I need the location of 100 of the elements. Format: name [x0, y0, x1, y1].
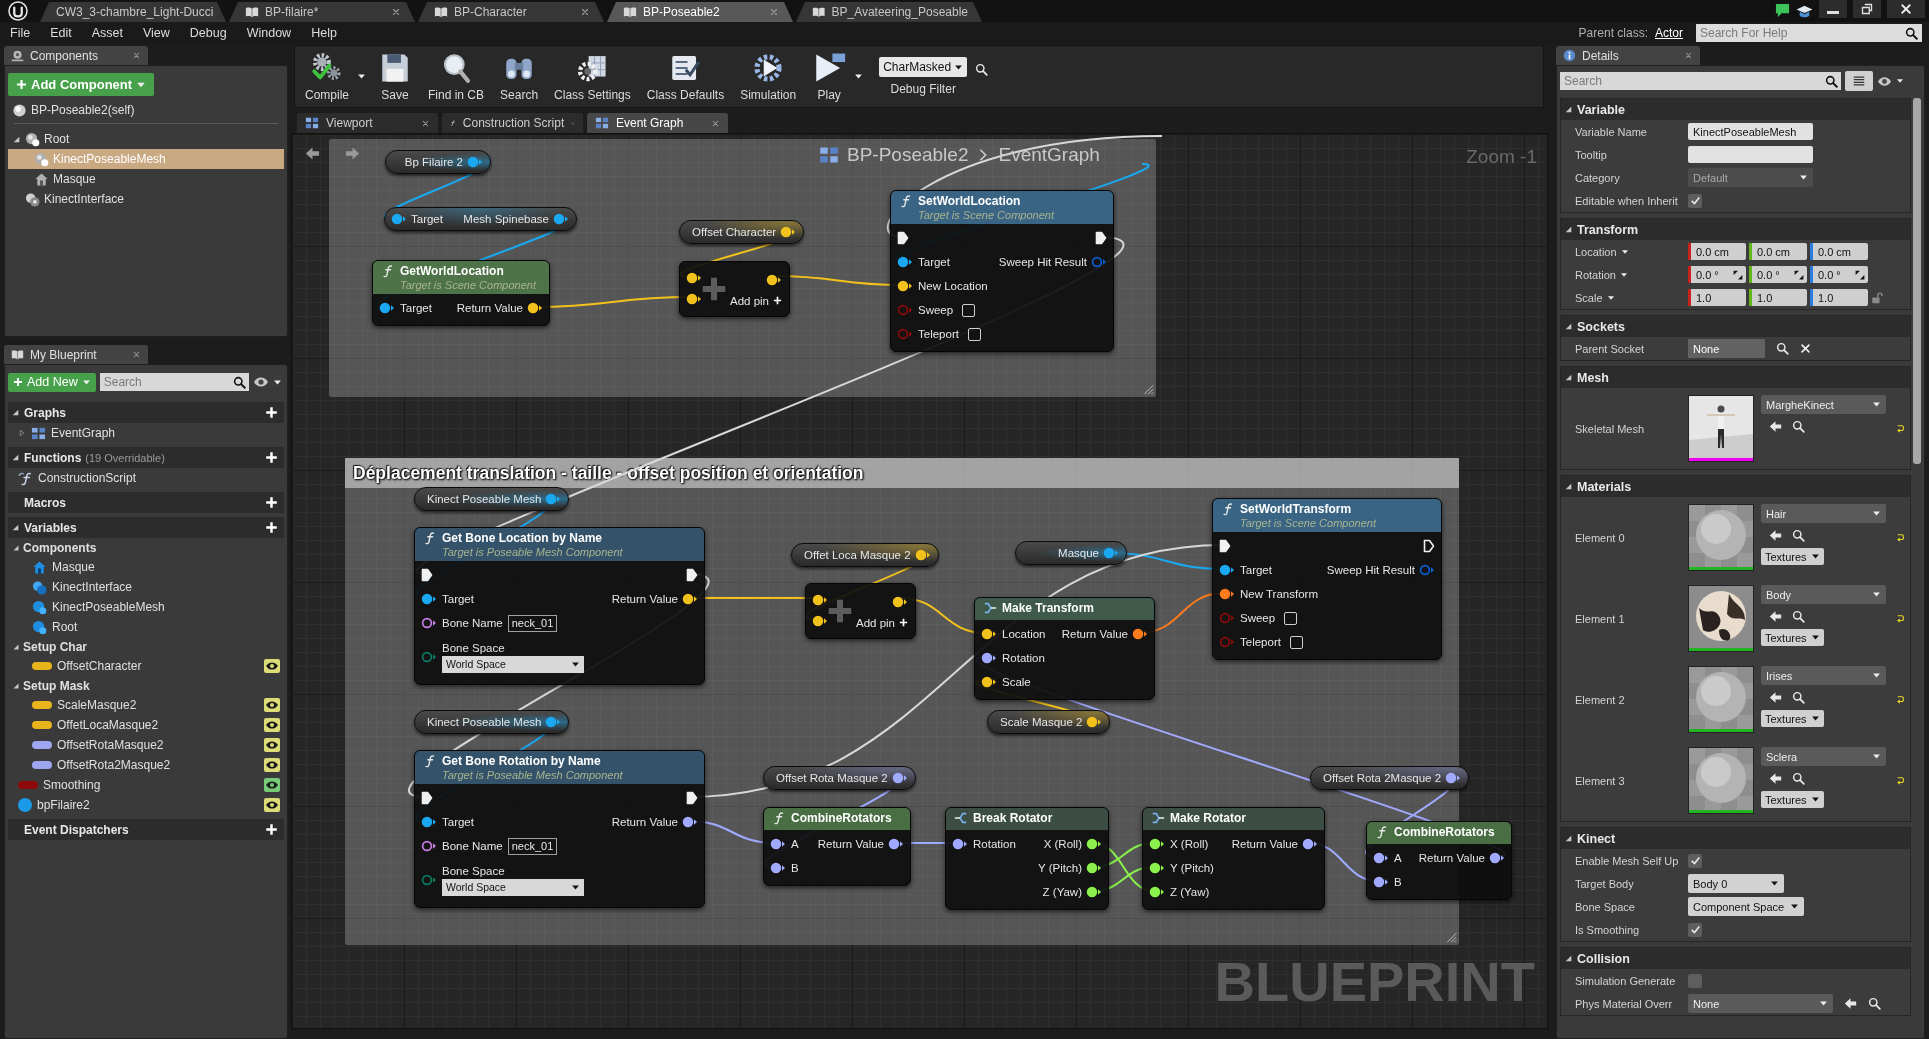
close-icon[interactable] — [1684, 51, 1693, 60]
section-header[interactable]: Mesh — [1561, 367, 1910, 388]
caret-icon[interactable] — [1620, 247, 1629, 256]
pin-icon[interactable] — [897, 280, 913, 292]
textured-sphere-drawing[interactable] — [1689, 586, 1753, 648]
close-icon[interactable] — [391, 7, 401, 17]
menu-item[interactable]: Debug — [180, 26, 238, 40]
dropdown[interactable]: World Space — [442, 655, 584, 673]
chat-bubble-icon[interactable] — [1775, 3, 1790, 18]
variable-node[interactable]: Masque — [1015, 541, 1127, 565]
graph-node[interactable]: CombineRotators A Return Value B — [763, 807, 911, 886]
variable-node[interactable]: Offset Character — [679, 220, 805, 244]
parent-class-link[interactable]: Actor — [1655, 26, 1683, 40]
graph-node[interactable]: Get Bone Rotation by Name Target is Poseable Mesh Component Target Return Value Bone Name neck_01 Bone Space World Space — [414, 750, 705, 908]
menu-item[interactable]: View — [133, 26, 181, 40]
document-tab[interactable]: BP-Character — [418, 2, 604, 22]
search-icon[interactable] — [1792, 420, 1805, 433]
add-node[interactable]: Add pin — [805, 583, 916, 639]
eye-icon[interactable] — [264, 698, 280, 712]
variable-node[interactable]: Kinect Poseable Mesh — [414, 710, 570, 734]
variable-node[interactable]: Offset Rota 2Masque 2 — [1310, 766, 1470, 790]
spin-arrows-icon[interactable] — [1733, 269, 1743, 280]
resize-handle-icon[interactable] — [1445, 931, 1457, 943]
search-icon[interactable] — [1825, 74, 1838, 88]
spin-arrows-icon[interactable] — [1855, 269, 1865, 280]
checkbox[interactable] — [967, 327, 981, 341]
expand-arrow-icon[interactable] — [1564, 954, 1573, 963]
reset-arrow-icon[interactable] — [1895, 423, 1906, 434]
pin-icon[interactable] — [1219, 588, 1235, 600]
debug-filter-dropdown[interactable]: CharMasked — [879, 57, 968, 77]
pin-icon[interactable] — [421, 840, 437, 852]
plus-icon[interactable] — [265, 406, 278, 419]
pin-icon[interactable] — [891, 772, 908, 784]
number-field[interactable]: 0.0 ° — [1749, 266, 1807, 283]
expand-arrow-icon[interactable] — [11, 453, 20, 462]
section-title[interactable]: Variables — [24, 520, 77, 535]
toolbar-button[interactable]: Compile — [301, 46, 353, 107]
pin-icon[interactable] — [766, 273, 782, 286]
graph-node[interactable]: Break Rotator Rotation X (Roll) Y (Pitch) Z (Yaw) — [945, 807, 1109, 910]
pin-icon[interactable] — [1219, 539, 1231, 553]
clear-icon[interactable] — [1800, 343, 1811, 354]
list-item[interactable]: Root — [8, 617, 284, 637]
expand-arrow-icon[interactable] — [12, 543, 20, 552]
minimize-button[interactable] — [1819, 0, 1847, 18]
textures-dropdown[interactable]: Textures — [1761, 548, 1824, 565]
pin-icon[interactable] — [682, 816, 698, 828]
restore-button[interactable] — [1853, 0, 1881, 18]
search-icon[interactable] — [1905, 26, 1918, 40]
variable-node[interactable]: Kinect Poseable Mesh — [414, 487, 570, 511]
close-icon[interactable] — [132, 350, 141, 359]
close-icon[interactable] — [769, 7, 779, 17]
list-item[interactable]: Smoothing — [8, 775, 284, 795]
asset-dropdown[interactable]: MargheKinect — [1761, 395, 1886, 414]
spin-arrows-icon[interactable] — [1794, 269, 1804, 280]
category-header[interactable]: Components — [8, 538, 284, 557]
graph-node[interactable]: SetWorldLocation Target is Scene Component Target Sweep Hit Result New Location Sweep Teleport — [890, 190, 1114, 352]
panel-tab[interactable]: My Blueprint — [4, 345, 148, 364]
pin-icon[interactable] — [379, 302, 395, 314]
graph-node[interactable]: Get Bone Location by Name Target is Poseable Mesh Component Target Return Value Bone Name neck_01 Bone Space World Space — [414, 527, 705, 685]
pin-icon[interactable] — [1219, 564, 1235, 576]
reset-arrow-icon[interactable] — [1895, 694, 1906, 705]
number-field[interactable]: 0.0 cm — [1688, 243, 1746, 260]
toolbar-button[interactable]: Find in CB — [424, 46, 489, 107]
pin-icon[interactable] — [981, 628, 997, 640]
expand-arrow-icon[interactable] — [1564, 105, 1573, 114]
left-arrow-icon[interactable] — [1769, 610, 1782, 623]
list-item[interactable]: EventGraph — [8, 423, 284, 443]
list-item[interactable]: ConstructionScript — [8, 468, 284, 488]
section-title[interactable]: Graphs — [24, 405, 66, 420]
pin-icon[interactable] — [892, 595, 908, 608]
pin-icon[interactable] — [1095, 231, 1107, 245]
pin-icon[interactable] — [1423, 539, 1435, 553]
section-header[interactable]: Kinect — [1561, 828, 1910, 849]
list-item[interactable]: Masque — [8, 557, 284, 577]
close-icon[interactable] — [580, 7, 590, 17]
toolbar-button[interactable]: Simulation — [736, 46, 801, 107]
pin-icon[interactable] — [421, 816, 437, 828]
number-field[interactable]: 0.0 ° — [1810, 266, 1868, 283]
variable-node[interactable]: Offet Loca Masque 2 — [791, 543, 939, 567]
pin-icon[interactable] — [780, 226, 797, 238]
name-field[interactable]: neck_01 — [507, 614, 558, 632]
list-item[interactable]: KinectPoseableMesh — [8, 597, 284, 617]
search-icon[interactable] — [1776, 342, 1789, 355]
dropdown[interactable]: World Space — [442, 878, 584, 896]
pin-icon[interactable] — [770, 838, 786, 850]
number-field[interactable]: 0.0 cm — [1810, 243, 1868, 260]
search-icon[interactable] — [1792, 529, 1805, 542]
tree-item[interactable]: BP-Poseable2(self) — [8, 100, 284, 120]
pin-icon[interactable] — [897, 256, 913, 268]
menu-item[interactable]: Edit — [41, 26, 83, 40]
pin-icon[interactable] — [1149, 838, 1165, 850]
view-options-button[interactable] — [1845, 71, 1873, 91]
pin-icon[interactable] — [888, 838, 904, 850]
name-field[interactable]: neck_01 — [507, 837, 558, 855]
pin-icon[interactable] — [421, 593, 437, 605]
caret-icon[interactable] — [854, 72, 864, 81]
pin-icon[interactable] — [1132, 628, 1148, 640]
left-arrow-icon[interactable] — [1769, 772, 1782, 785]
pin-icon[interactable] — [421, 568, 433, 582]
logo-icon[interactable] — [8, 0, 28, 21]
